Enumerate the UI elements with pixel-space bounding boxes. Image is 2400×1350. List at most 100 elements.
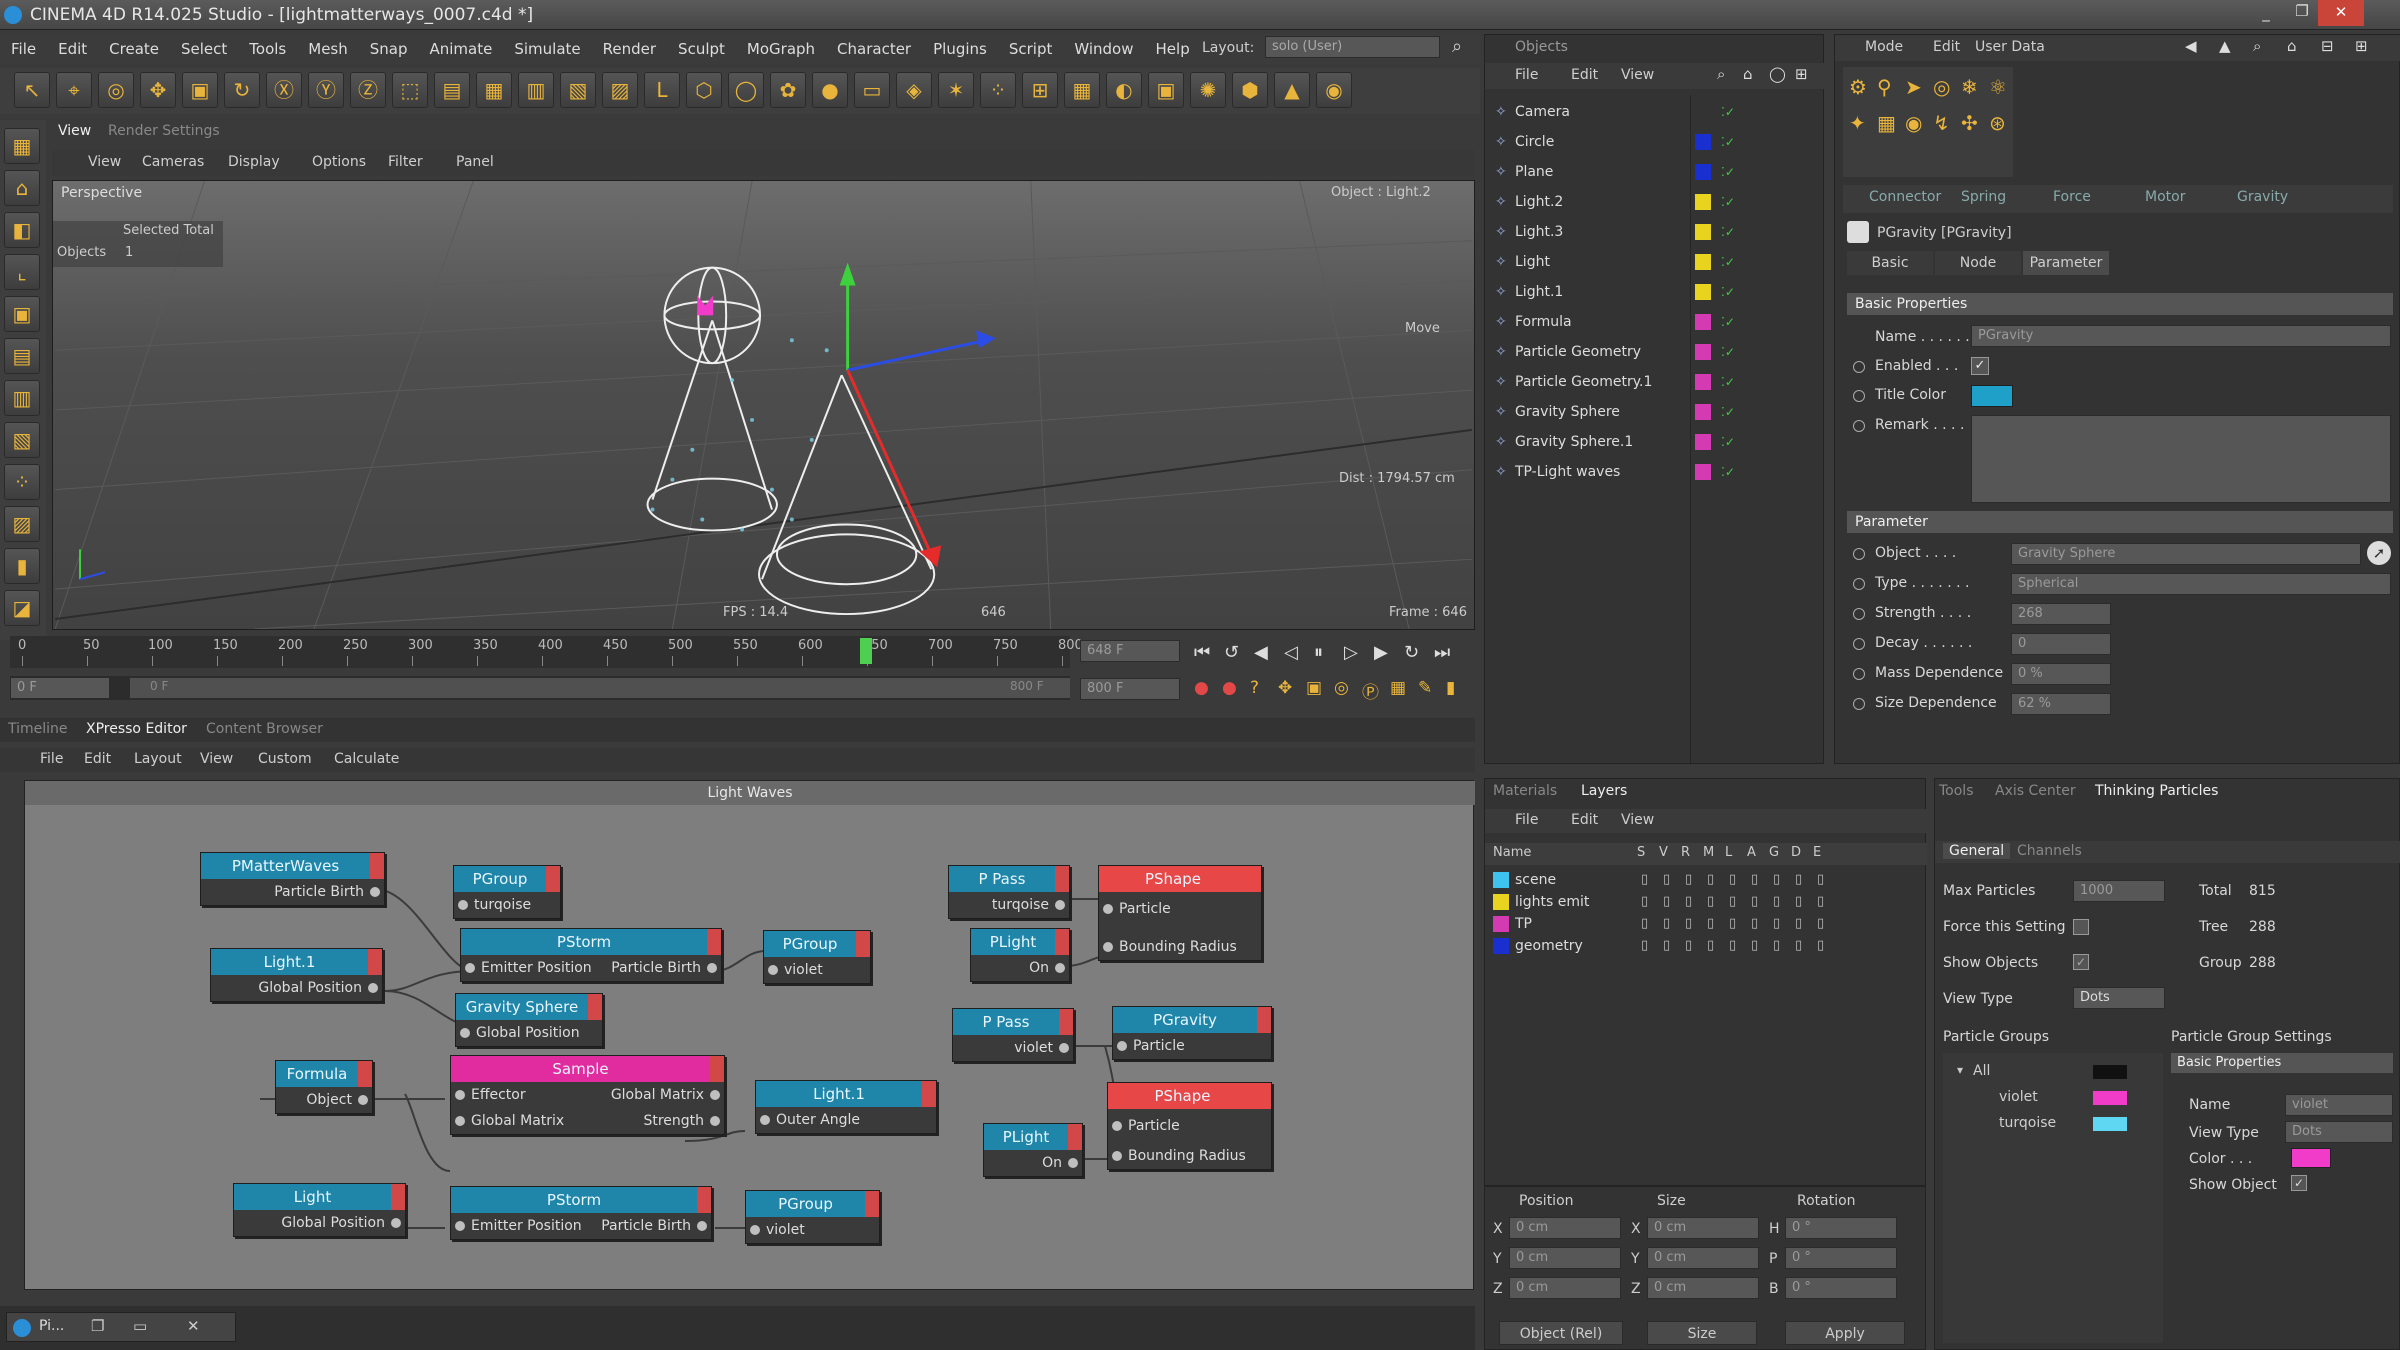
side-tool-icon[interactable]: ⌞ (4, 254, 40, 290)
timeline-ruler[interactable]: 0 50 100 150 200 250 300 350 400 450 500 550 600 650 7… (10, 636, 1083, 668)
side-tool-icon[interactable]: ◧ (4, 212, 40, 248)
menu-render[interactable]: Render (592, 34, 667, 64)
dynamics-icon[interactable]: ⚲ (1877, 75, 1892, 99)
record-icon[interactable]: ✥ (1278, 678, 1292, 698)
layer-color-swatch[interactable] (1695, 464, 1711, 480)
side-tool-icon[interactable]: ▣ (4, 296, 40, 332)
title-color-swatch[interactable] (1971, 385, 2013, 407)
object-row[interactable]: ✧ Circle ⁚✓ (1485, 127, 1825, 157)
tab-motor[interactable]: Motor (2145, 189, 2185, 205)
position-field[interactable]: 0 cm (1509, 1247, 1621, 1269)
type-radio[interactable] (1853, 578, 1865, 590)
size-field[interactable]: 0 cm (1647, 1277, 1759, 1299)
object-row[interactable]: ✧ Light.1 ⁚✓ (1485, 277, 1825, 307)
input-port[interactable] (1117, 1041, 1127, 1051)
layer-flag-icon[interactable]: ▯ (1707, 935, 1714, 957)
dynamics-icon[interactable]: ❄ (1961, 75, 1978, 99)
node-pshape-1[interactable]: PShape Particle Bounding Radius (1098, 865, 1262, 961)
record-icon[interactable]: ● (1194, 678, 1209, 698)
layer-flag-icon[interactable]: ▯ (1751, 869, 1758, 891)
layer-flag-icon[interactable]: ▯ (1685, 891, 1692, 913)
menu-mograph[interactable]: MoGraph (736, 34, 826, 64)
object-row[interactable]: ✧ Particle Geometry.1 ⁚✓ (1485, 367, 1825, 397)
layer-color-swatch[interactable] (1695, 344, 1711, 360)
record-icon[interactable]: ● (1222, 678, 1237, 698)
dynamics-icon[interactable]: ◉ (1905, 111, 1922, 135)
record-icon[interactable]: ▮ (1446, 678, 1455, 698)
toolbar-tool-icon[interactable]: ◐ (1106, 72, 1142, 108)
visibility-dots-icon[interactable]: ⁚✓ (1721, 157, 1735, 187)
timeline-playhead[interactable] (860, 638, 873, 664)
subtab-basic[interactable]: Basic (1847, 251, 1933, 275)
toolbar-tool-icon[interactable]: ◯ (728, 72, 764, 108)
tab-content-browser[interactable]: Content Browser (206, 721, 323, 737)
tab-materials[interactable]: Materials (1493, 783, 1557, 799)
layer-color-swatch[interactable] (1695, 284, 1711, 300)
view-type-select[interactable]: Dots (2073, 987, 2165, 1009)
record-icon[interactable]: ▦ (1390, 678, 1406, 698)
layer-flag-icon[interactable]: ▯ (1773, 891, 1780, 913)
visibility-dots-icon[interactable]: ⁚✓ (1721, 277, 1735, 307)
objects-menu-view[interactable]: View (1621, 67, 1654, 83)
tab-view[interactable]: View (58, 123, 91, 139)
node-ppass-turqoise[interactable]: P Pass turqoise (948, 865, 1070, 919)
node-light-1-angle[interactable]: Light.1 Outer Angle (755, 1080, 937, 1134)
restore-icon[interactable]: ❐ (91, 1317, 104, 1335)
maximize-icon[interactable]: ❐ (2290, 2, 2314, 22)
viewport-menu-cameras[interactable]: Cameras (142, 154, 204, 170)
viewport-menu-view[interactable]: View (88, 154, 121, 170)
layout-select[interactable]: solo (User) (1265, 36, 1440, 58)
layer-flag-icon[interactable]: ▯ (1817, 891, 1824, 913)
pick-object-icon[interactable]: ➚ (2367, 541, 2391, 565)
position-field[interactable]: 0 cm (1509, 1277, 1621, 1299)
record-icon[interactable]: ◎ (1334, 678, 1349, 698)
particle-group-color[interactable] (2093, 1065, 2127, 1079)
viewport-menu-options[interactable]: Options (312, 154, 366, 170)
particle-group-color[interactable] (2093, 1117, 2127, 1131)
dynamics-icon[interactable]: ⊛ (1989, 111, 2006, 135)
object-row[interactable]: ✧ Gravity Sphere.1 ⁚✓ (1485, 427, 1825, 457)
rotation-field[interactable]: 0 ° (1785, 1217, 1897, 1239)
attribute-menu-edit[interactable]: Edit (1933, 39, 1960, 55)
node-light[interactable]: Light Global Position (233, 1183, 406, 1237)
output-port[interactable] (368, 983, 378, 993)
maximize-small-icon[interactable]: ▭ (133, 1317, 147, 1335)
toolbar-tool-icon[interactable]: ⌖ (56, 72, 92, 108)
side-tool-icon[interactable]: ◪ (4, 590, 40, 626)
layer-flag-icon[interactable]: ▯ (1729, 913, 1736, 935)
record-icon[interactable]: ▣ (1306, 678, 1322, 698)
layer-flag-icon[interactable]: ▯ (1707, 869, 1714, 891)
toolbar-tool-icon[interactable]: ▣ (182, 72, 218, 108)
dynamics-icon[interactable]: ⚛ (1989, 75, 2007, 99)
output-port[interactable] (1059, 1043, 1069, 1053)
output-port[interactable] (710, 1116, 720, 1126)
side-tool-icon[interactable]: ⌂ (4, 170, 40, 206)
toolbar-tool-icon[interactable]: ⬚ (392, 72, 428, 108)
name-field[interactable]: PGravity (1971, 325, 2391, 347)
layer-flag-icon[interactable]: ▯ (1795, 935, 1802, 957)
tab-spring[interactable]: Spring (1961, 189, 2006, 205)
xpresso-menu-view[interactable]: View (200, 751, 233, 767)
menu-edit[interactable]: Edit (47, 34, 98, 64)
layers-menu-file[interactable]: File (1515, 812, 1538, 828)
tab-tools[interactable]: Tools (1939, 783, 1974, 799)
enabled-radio[interactable] (1853, 361, 1865, 373)
attribute-nav-icon[interactable]: ◀ (2185, 37, 2197, 55)
attribute-nav-icon[interactable]: ⌂ (2287, 37, 2297, 55)
toolbar-tool-icon[interactable]: ⁘ (980, 72, 1016, 108)
apply-button[interactable]: Apply (1785, 1321, 1905, 1345)
layers-menu-edit[interactable]: Edit (1571, 812, 1598, 828)
layer-flag-icon[interactable]: ▯ (1751, 891, 1758, 913)
toolbar-tool-icon[interactable]: ▦ (1064, 72, 1100, 108)
strength-radio[interactable] (1853, 608, 1865, 620)
toolbar-tool-icon[interactable]: ▣ (1148, 72, 1184, 108)
size-field[interactable]: 0 cm (1647, 1247, 1759, 1269)
node-plight-1[interactable]: PLight On (970, 928, 1070, 982)
tab-general[interactable]: General (1943, 843, 2011, 859)
object-row[interactable]: ✧ Light.3 ⁚✓ (1485, 217, 1825, 247)
toolbar-tool-icon[interactable]: ▦ (476, 72, 512, 108)
tab-axis-center[interactable]: Axis Center (1995, 783, 2076, 799)
menu-animate[interactable]: Animate (419, 34, 504, 64)
toolbar-tool-icon[interactable]: ⊞ (1022, 72, 1058, 108)
objects-tool-icon[interactable]: ⌂ (1743, 65, 1753, 83)
